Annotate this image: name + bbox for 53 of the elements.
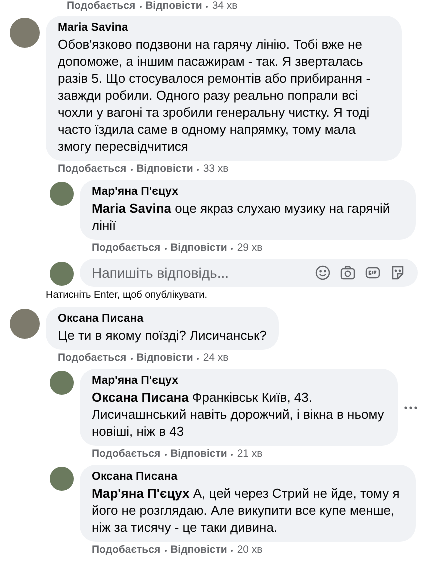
like-link[interactable]: Подобається (58, 163, 127, 176)
separator-dot (164, 454, 167, 456)
avatar[interactable] (10, 18, 40, 48)
comment-author[interactable]: Maria Savina (58, 21, 390, 36)
comment-text: Обов'язково подзвони на гарячу лінію. Тобі вже не допоможе, а іншим пасажирам - так. Я зверталась разів 5. Що стосувалося ремонтів або прибирання - завжди робили. Одного разу реально попрали всі чохли у вагоні та зробили генеральну чистку. Я тоді часто їздила саме в одному напрямку, тому мала змогу пересвідчитися (58, 36, 372, 155)
sticker-icon[interactable] (390, 265, 406, 281)
comment-author[interactable]: Мар'яна П'єцух (92, 374, 386, 389)
reply-link[interactable]: Відповісти (136, 352, 194, 365)
separator-dot (197, 358, 200, 360)
comment-text: Це ти в якому поїзді? Лисичанськ? (58, 327, 267, 344)
like-link[interactable]: Подобається (67, 0, 136, 13)
avatar[interactable] (50, 467, 74, 491)
comment-author[interactable]: Мар'яна П'єцух (92, 185, 404, 200)
separator-dot (231, 454, 234, 456)
reply-link[interactable]: Відповісти (170, 544, 228, 557)
reply-link[interactable]: Відповісти (170, 448, 228, 461)
comment-time: 24 хв (203, 352, 229, 365)
separator-dot (231, 550, 234, 552)
gif-icon[interactable] (365, 265, 381, 281)
comment-author[interactable]: Оксана Писана (92, 470, 404, 485)
avatar[interactable] (50, 182, 74, 206)
separator-dot (130, 168, 133, 170)
comment-time: 21 хв (237, 448, 263, 461)
comment-text: Оксана Писана Франківськ Київ, 43. Лисичашнський навіть дорожчий, і вікна в ньому новіші, ніж в 43 (92, 389, 386, 440)
comment-text: Мар'яна П'єцух А, цей через Стрий не йде, тому я його не розглядаю. Але викупити все купе менше, ніж за тисячу - це таки дивина. (92, 485, 401, 536)
separator-dot (206, 6, 208, 8)
separator-dot (164, 550, 167, 552)
more-options-icon[interactable] (404, 406, 418, 410)
avatar[interactable] (50, 371, 74, 395)
separator-dot (130, 358, 133, 360)
separator-dot (197, 168, 200, 170)
reply-link[interactable]: Відповісти (136, 163, 194, 176)
comment-time: 34 хв (212, 0, 238, 13)
separator-dot (164, 248, 167, 250)
like-link[interactable]: Подобається (92, 242, 161, 255)
comment-time: 33 хв (203, 163, 229, 176)
avatar[interactable] (10, 309, 40, 339)
comment-time: 29 хв (237, 242, 263, 255)
comment-time: 20 хв (237, 544, 263, 557)
separator-dot (231, 248, 234, 250)
separator-dot (140, 6, 142, 8)
reply-input-field[interactable]: Напишіть відповідь... (80, 259, 418, 287)
reply-link[interactable]: Відповісти (170, 242, 228, 255)
comment-text: Maria Savina оце якраз слухаю музику на гарячій лінії (92, 200, 392, 234)
like-link[interactable]: Подобається (92, 544, 161, 557)
avatar (50, 262, 74, 286)
comment-author[interactable]: Оксана Писана (58, 312, 267, 327)
reply-link[interactable]: Відповісти (146, 0, 202, 13)
camera-icon[interactable] (340, 265, 356, 281)
hint-text: Натисніть Enter, щоб опублікувати. (46, 290, 209, 301)
like-link[interactable]: Подобається (92, 448, 161, 461)
emoji-icon[interactable] (315, 265, 331, 281)
like-link[interactable]: Подобається (58, 352, 127, 365)
